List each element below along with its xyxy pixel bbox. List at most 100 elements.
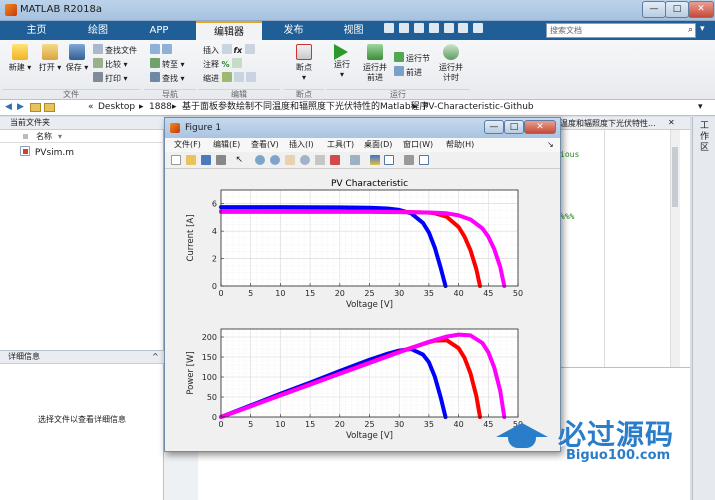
comment-button[interactable]: 注释 %	[203, 58, 244, 70]
breadcrumb-desktop[interactable]: Desktop	[98, 100, 135, 115]
fx-icon[interactable]: fx	[234, 46, 243, 55]
insert-button[interactable]: 插入 fx	[203, 44, 257, 56]
redo-quick-icon[interactable]	[458, 23, 469, 33]
undo-quick-icon[interactable]	[443, 23, 454, 33]
maximize-button[interactable]: □	[665, 1, 689, 18]
run-button[interactable]: 运行 ▾	[328, 44, 356, 80]
find-button[interactable]: 查找 ▾	[150, 72, 185, 84]
forward-icon[interactable]: ▶	[17, 100, 24, 115]
legend-icon[interactable]	[384, 155, 395, 165]
show-tools-icon[interactable]	[419, 155, 430, 165]
run-section-button[interactable]: 运行节	[394, 52, 430, 64]
editor-close-icon[interactable]: ✕	[668, 118, 675, 127]
goto-label: 转至	[162, 60, 178, 69]
search-box[interactable]: 搜索文档 ⌕	[546, 23, 696, 38]
x-tick-label-0-5: 5	[248, 289, 253, 298]
nav-back-forward[interactable]	[150, 44, 174, 56]
print-figure-icon[interactable]	[215, 155, 226, 165]
figure-maximize-button[interactable]: □	[504, 120, 524, 134]
breakpoints-button[interactable]: 断点 ▾	[290, 44, 318, 83]
tab-publish[interactable]: 发布	[266, 21, 321, 40]
back-icon[interactable]: ◀	[5, 100, 12, 115]
open-button[interactable]: 打开 ▾	[36, 44, 64, 73]
goto-button[interactable]: 转至 ▾	[150, 58, 185, 70]
tab-apps[interactable]: APP	[128, 21, 190, 40]
menu-window[interactable]: 窗口(W)	[403, 138, 433, 152]
link-icon[interactable]	[349, 155, 360, 165]
zoom-in-icon[interactable]	[255, 155, 266, 165]
new-button[interactable]: 新建 ▾	[6, 44, 34, 73]
tab-view[interactable]: 视图	[326, 21, 381, 40]
tab-home[interactable]: 主页	[0, 21, 73, 40]
edit-plot-icon[interactable]: ↖	[236, 155, 246, 165]
goto-icon	[150, 58, 160, 68]
address-bar[interactable]: ◀ ▶ « Desktop ▸ 1888 ▸ 基于面板参数绘制不同温度和辐照度下…	[0, 100, 715, 116]
indent-button[interactable]: 缩进	[203, 72, 258, 84]
find-files-button[interactable]: 查找文件	[93, 44, 137, 56]
breadcrumb-1888[interactable]: 1888	[149, 100, 172, 115]
column-header-name[interactable]: 名称 ▾	[0, 130, 164, 143]
run-section-icon	[394, 52, 404, 62]
advance-icon	[394, 66, 404, 76]
editor-scroll-thumb[interactable]	[672, 147, 678, 207]
close-button[interactable]: ✕	[688, 1, 714, 18]
new-figure-icon[interactable]	[171, 155, 181, 165]
x-tick-label-1-20: 20	[335, 420, 345, 429]
breadcrumb-project[interactable]: 基于面板参数绘制不同温度和辐照度下光伏特性的Matlab程序	[182, 100, 429, 115]
print-button[interactable]: 打印 ▾	[93, 72, 128, 84]
advance-button[interactable]: 前进	[394, 66, 422, 78]
save-quick-icon[interactable]	[384, 23, 394, 33]
paste-quick-icon[interactable]	[428, 23, 439, 33]
save-button[interactable]: 保存 ▾	[64, 44, 90, 73]
menu-dock-icon[interactable]: ↘	[547, 138, 554, 152]
help-quick-icon[interactable]	[473, 23, 484, 33]
search-input[interactable]: 搜索文档	[550, 25, 582, 36]
breadcrumb-github[interactable]: PV-Characteristic-Github	[423, 100, 534, 115]
menu-view[interactable]: 查看(V)	[251, 138, 279, 152]
compare-button[interactable]: 比较 ▾	[93, 58, 128, 70]
indent-icon	[221, 72, 232, 82]
minimize-button[interactable]: —	[642, 1, 666, 18]
percent-icon[interactable]: %	[222, 60, 230, 69]
copy-quick-icon[interactable]	[413, 23, 424, 33]
brush-icon[interactable]	[329, 155, 340, 165]
menu-file[interactable]: 文件(F)	[174, 138, 201, 152]
code-fragment-2[interactable]: %%%	[560, 212, 574, 221]
address-dropdown-icon[interactable]: ▾	[698, 100, 703, 115]
search-icon[interactable]: ⌕	[688, 25, 693, 35]
figure-window[interactable]: Figure 1 — □ ✕ 文件(F) 编辑(E) 查看(V) 插入(I) 工…	[164, 117, 561, 452]
figure-plot-area[interactable]: 0 5 10 15 20 25 30 35 40 45 500246PV Characteristi…	[165, 170, 560, 451]
menu-tools[interactable]: 工具(T)	[327, 138, 354, 152]
save-figure-icon[interactable]	[200, 155, 211, 165]
rotate-icon[interactable]	[300, 155, 310, 165]
zoom-out-icon[interactable]	[270, 155, 281, 165]
indent-less-icon	[245, 72, 256, 82]
run-advance-button[interactable]: 运行并 前进	[360, 44, 390, 83]
figure-menubar: 文件(F) 编辑(E) 查看(V) 插入(I) 工具(T) 桌面(D) 窗口(W…	[165, 138, 560, 152]
tab-plots[interactable]: 绘图	[73, 21, 123, 40]
indent-more-icon	[233, 72, 244, 82]
figure-minimize-button[interactable]: —	[484, 120, 504, 134]
run-time-button[interactable]: 运行并 计时	[436, 44, 466, 83]
menu-desktop[interactable]: 桌面(D)	[364, 138, 392, 152]
code-fragment-1[interactable]: ious	[560, 150, 579, 159]
figure-close-button[interactable]: ✕	[524, 120, 556, 134]
menu-edit[interactable]: 编辑(E)	[213, 138, 240, 152]
sort-icon	[23, 134, 28, 139]
tab-editor[interactable]: 编辑器	[196, 21, 262, 40]
file-list-item[interactable]: PVsim.m	[20, 146, 74, 159]
ribbon-collapse-icon[interactable]: ▾	[700, 24, 705, 34]
x-tick-label-1-5: 5	[248, 420, 253, 429]
menu-help[interactable]: 帮助(H)	[446, 138, 474, 152]
cut-quick-icon[interactable]	[398, 23, 409, 33]
open-file-icon[interactable]	[185, 155, 196, 165]
menu-insert[interactable]: 插入(I)	[289, 138, 314, 152]
up-folder-icon[interactable]	[30, 103, 41, 112]
browse-folder-icon[interactable]	[44, 103, 55, 112]
hide-tools-icon[interactable]	[404, 155, 415, 165]
colorbar-icon[interactable]	[369, 155, 380, 165]
pan-icon[interactable]	[285, 155, 296, 165]
editor-tab-title[interactable]: 温度和辐照度下光伏特性...	[560, 118, 656, 129]
data-cursor-icon[interactable]	[314, 155, 325, 165]
details-expand-icon[interactable]: ^	[152, 351, 159, 363]
